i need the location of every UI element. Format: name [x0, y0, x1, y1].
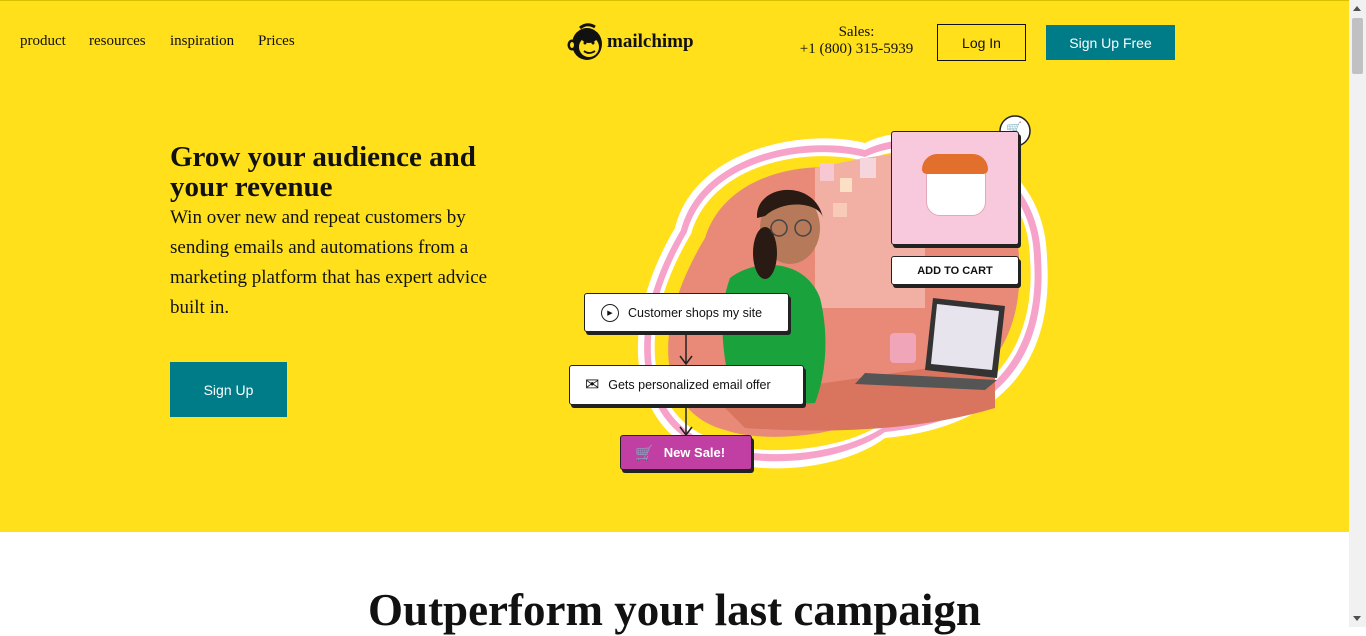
step-customer-shops: ▶ Customer shops my site	[584, 293, 789, 332]
play-circle-icon: ▶	[601, 303, 619, 322]
product-image-card	[891, 131, 1019, 245]
nav-link-prices[interactable]: Prices	[258, 33, 295, 50]
cart-icon: 🛒	[635, 443, 654, 462]
sign-up-free-button[interactable]: Sign Up Free	[1046, 25, 1175, 60]
scroll-down-arrow-icon[interactable]	[1353, 616, 1361, 621]
nav-link-inspiration[interactable]: inspiration	[170, 33, 234, 50]
sales-contact: Sales: +1 (800) 315-5939	[790, 24, 923, 58]
envelope-icon: ✉	[585, 375, 600, 395]
new-sale-badge: 🛒 New Sale!	[620, 435, 752, 470]
new-sale-label: New Sale!	[663, 445, 726, 460]
nav-link-product[interactable]: product	[20, 33, 66, 50]
sales-phone[interactable]: +1 (800) 315-5939	[790, 41, 923, 58]
hero-headline: Grow your audience and your revenue	[170, 141, 476, 203]
sales-label: Sales:	[838, 24, 875, 40]
product-food-image	[922, 154, 988, 174]
logo-text: mailchimp	[607, 31, 694, 52]
hero-subtext: Win over new and repeat customers by sen…	[170, 207, 488, 318]
hero-illustration: 🛒 ADD TO CART ▶ Customer shops my site ✉…	[565, 108, 1055, 478]
login-button[interactable]: Log In	[937, 24, 1026, 61]
nav-link-resources[interactable]: resources	[89, 33, 146, 50]
freddie-monkey-icon	[567, 23, 602, 60]
mailchimp-logo[interactable]: mailchimp	[567, 22, 694, 62]
step-personalized-email: ✉ Gets personalized email offer	[569, 365, 804, 405]
page-scrollbar[interactable]	[1349, 0, 1366, 627]
add-to-cart-label: ADD TO CART	[917, 264, 993, 277]
step-customer-shops-label: Customer shops my site	[628, 305, 763, 320]
scrollbar-thumb[interactable]	[1352, 18, 1363, 74]
step-personalized-email-label: Gets personalized email offer	[608, 378, 771, 392]
add-to-cart-button[interactable]: ADD TO CART	[891, 256, 1019, 285]
section-title: Outperform your last campaign	[368, 585, 981, 635]
hero-sign-up-button[interactable]: Sign Up	[170, 362, 287, 417]
scroll-up-arrow-icon[interactable]	[1353, 6, 1361, 11]
